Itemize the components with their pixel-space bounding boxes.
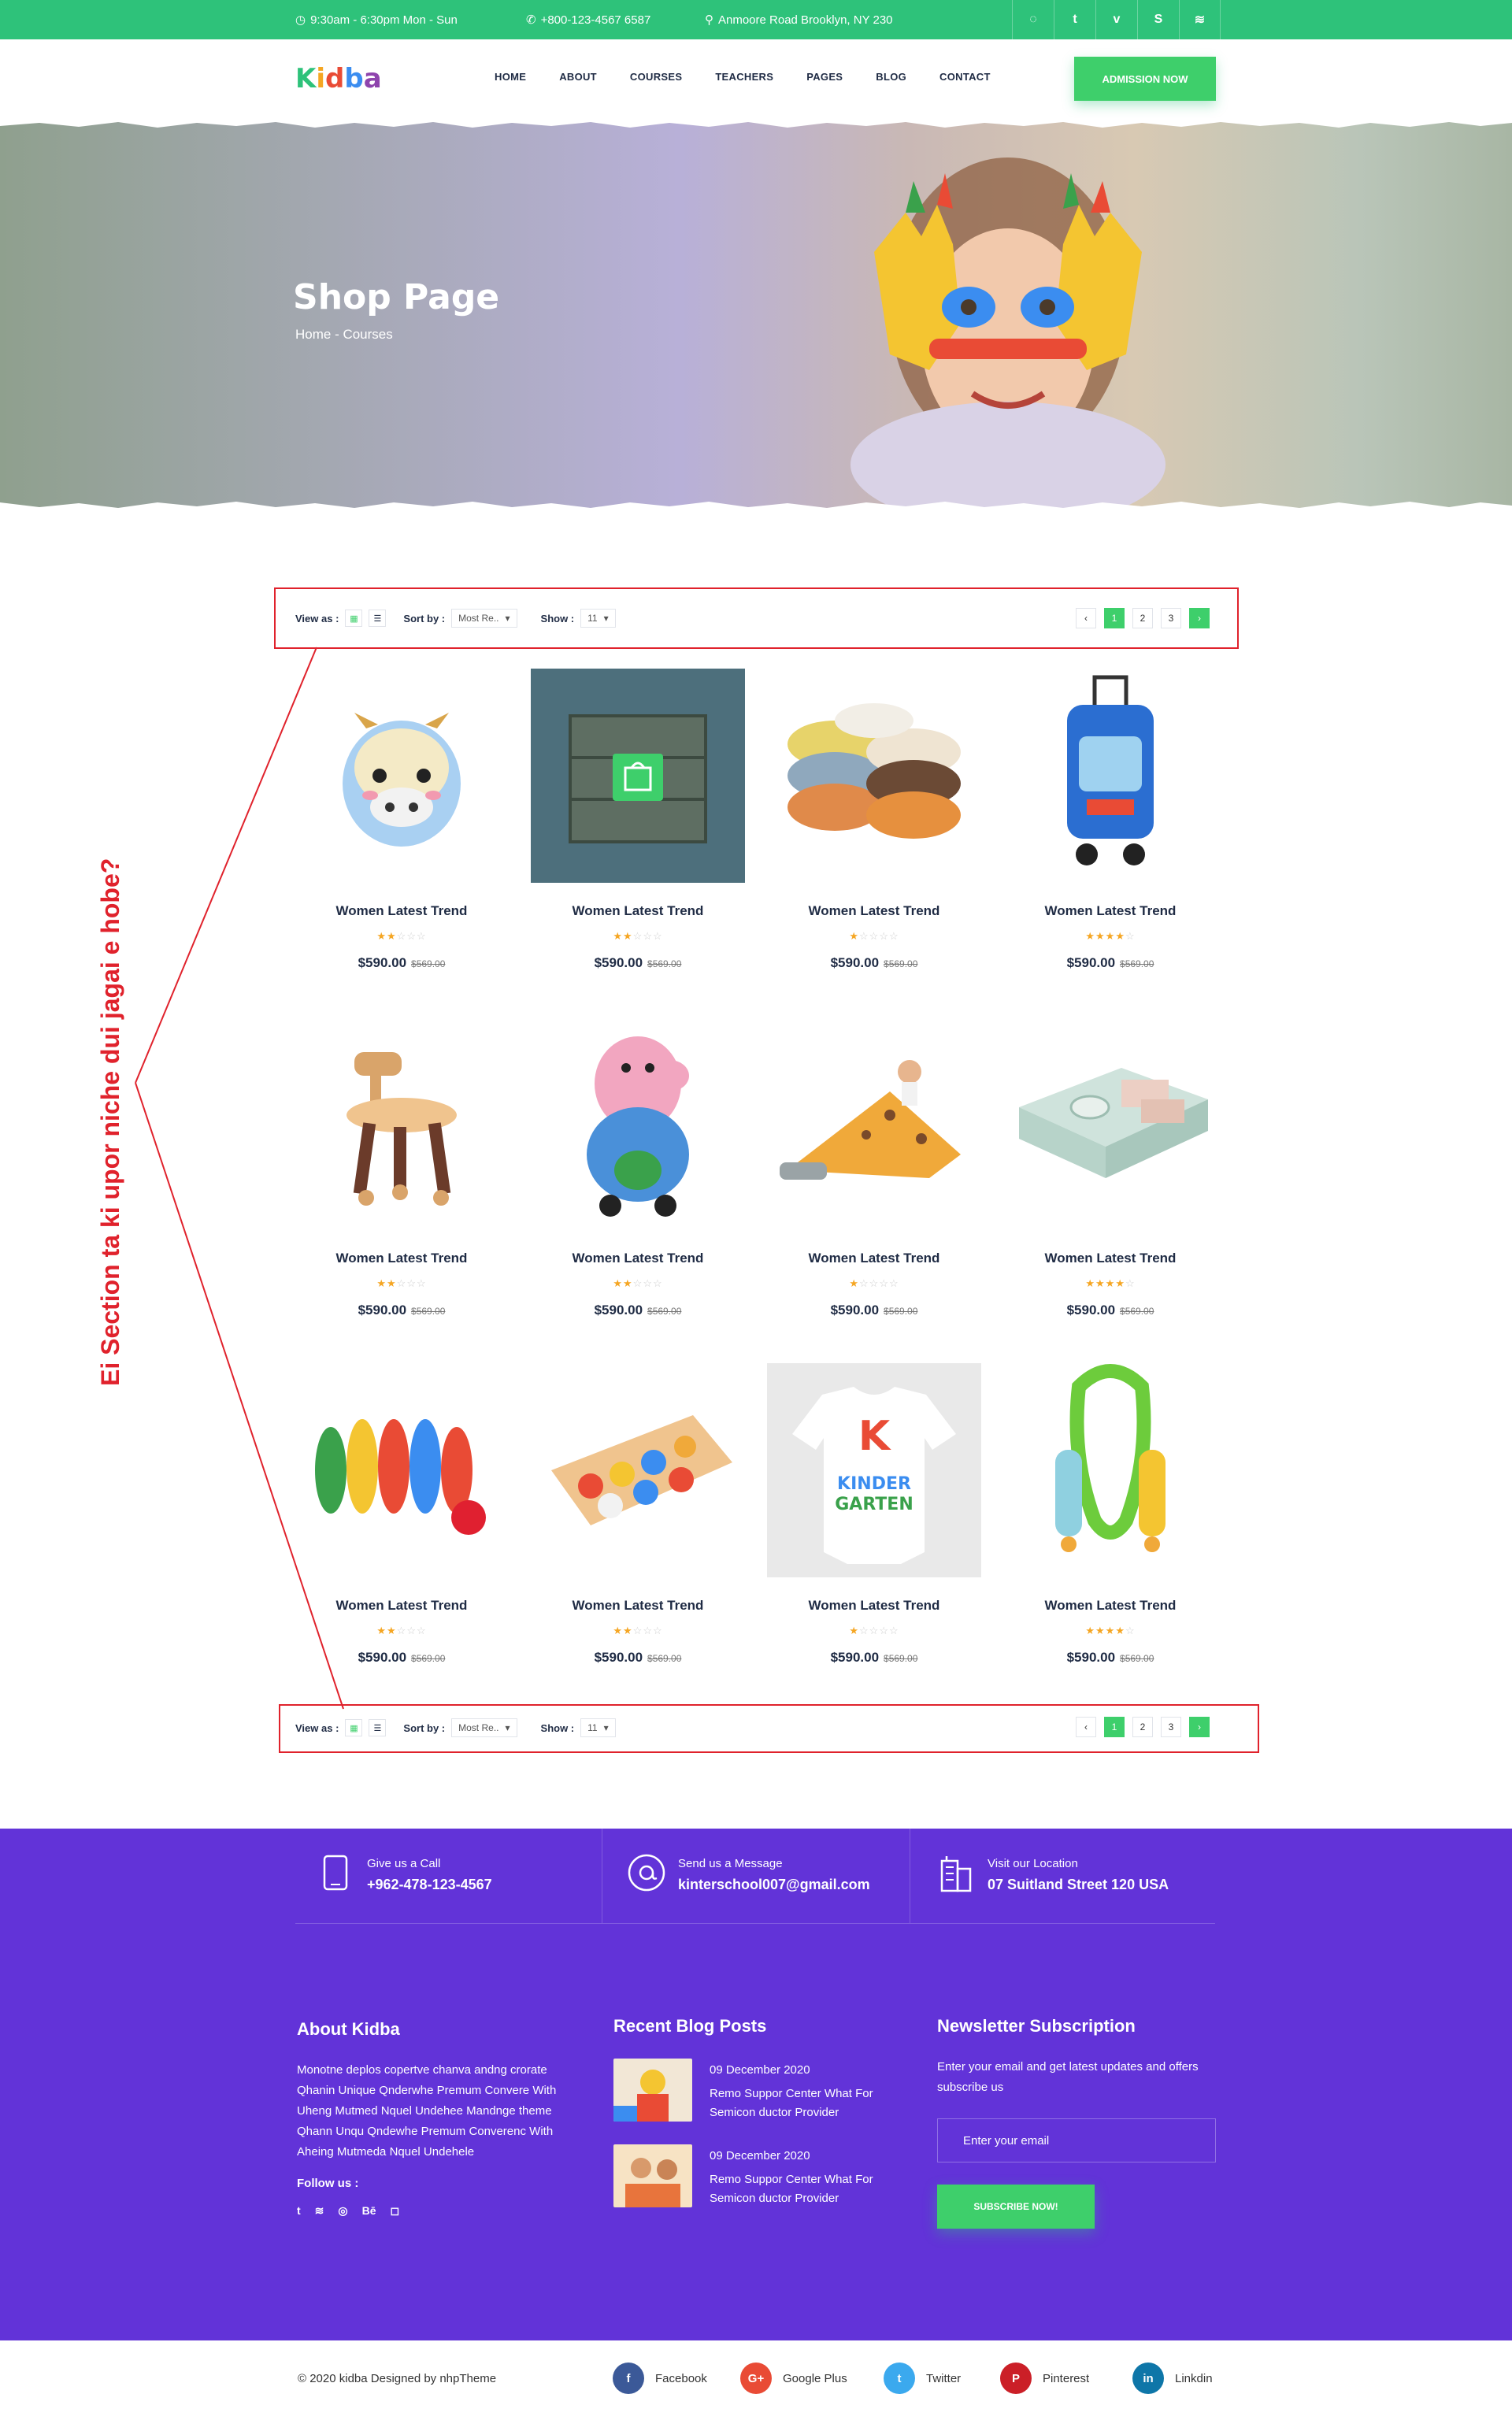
annotation-line-top bbox=[135, 647, 317, 1084]
newsletter-text: Enter your email and get latest updates … bbox=[937, 2060, 1199, 2094]
bottom-social-google-plus[interactable]: G+ Google Plus bbox=[740, 2363, 847, 2394]
bottom-bar: © 2020 kidba Designed by nhpTheme f Faceb… bbox=[0, 2340, 1512, 2420]
prev-page-button[interactable]: ‹ bbox=[1076, 1717, 1096, 1737]
bottom-social-label: Facebook bbox=[655, 2371, 707, 2385]
contact-location-value: 07 Suitland Street 120 USA bbox=[988, 1877, 1169, 1892]
rss-icon[interactable]: ≋ bbox=[315, 2204, 324, 2218]
blog-column: Recent Blog Posts 09 December 2020 Remo … bbox=[613, 2016, 899, 2208]
page-1-button[interactable]: 1 bbox=[1104, 1717, 1125, 1737]
sort-by-label: Sort by : bbox=[403, 1721, 446, 1734]
footer-divider-line bbox=[295, 1923, 1215, 1924]
bottom-social-label: Linkdin bbox=[1175, 2371, 1213, 2385]
show-select[interactable]: 11 ▾ bbox=[580, 1718, 616, 1737]
next-page-button[interactable]: › bbox=[1189, 1717, 1210, 1737]
grid-view-icon[interactable]: ▦ bbox=[345, 1719, 363, 1736]
contact-email[interactable]: Send us a Message kinterschool007@gmail.… bbox=[626, 1852, 870, 1931]
newsletter-email-input[interactable]: Enter your email bbox=[937, 2118, 1216, 2162]
about-text: Monotne deplos copertve chanva andng cro… bbox=[297, 2063, 557, 2159]
about-title: About Kidba bbox=[297, 2019, 400, 2039]
shop-toolbar-bottom: View as : ▦ ☰ Sort by : Most Re.. ▾ Show … bbox=[295, 1703, 616, 1753]
building-icon bbox=[936, 1852, 976, 1893]
site-footer: Give us a Call +962-478-123-4567 Send us… bbox=[0, 1829, 1512, 2340]
bottom-social-pinterest[interactable]: P Pinterest bbox=[1000, 2363, 1089, 2394]
behance-icon[interactable]: Bē bbox=[362, 2204, 376, 2218]
follow-us-label: Follow us : bbox=[297, 2177, 359, 2190]
blog-post-date: 09 December 2020 bbox=[710, 2149, 810, 2162]
subscribe-button[interactable]: SUBSCRIBE NOW! bbox=[937, 2185, 1095, 2229]
contact-email-label: Send us a Message bbox=[678, 1857, 783, 1870]
twitter-icon: t bbox=[884, 2363, 915, 2394]
pinterest-icon: P bbox=[1000, 2363, 1032, 2394]
chevron-down-icon: ▾ bbox=[603, 1722, 609, 1733]
bottom-social-facebook[interactable]: f Facebook bbox=[613, 2363, 707, 2394]
view-as-label: View as : bbox=[295, 1721, 339, 1734]
page-3-button[interactable]: 3 bbox=[1161, 1717, 1181, 1737]
blog-post-date: 09 December 2020 bbox=[710, 2063, 810, 2077]
footer-socials: t ≋ ◎ Bē ◻ bbox=[297, 2204, 576, 2218]
bottom-social-linkdin[interactable]: in Linkdin bbox=[1132, 2363, 1213, 2394]
blog-post[interactable]: 09 December 2020 Remo Suppor Center What… bbox=[613, 2059, 899, 2122]
contact-call-label: Give us a Call bbox=[367, 1857, 441, 1870]
chevron-down-icon: ▾ bbox=[505, 1722, 510, 1733]
newsletter-column: Newsletter Subscription Enter your email… bbox=[937, 2016, 1216, 2229]
linkedin-icon: in bbox=[1132, 2363, 1164, 2394]
blog-thumbnail bbox=[613, 2144, 692, 2207]
list-view-icon[interactable]: ☰ bbox=[369, 1719, 387, 1736]
show-label: Show : bbox=[540, 1721, 575, 1734]
bottom-social-label: Twitter bbox=[926, 2371, 962, 2385]
bottom-social-label: Pinterest bbox=[1043, 2371, 1090, 2385]
contact-email-value: kinterschool007@gmail.com bbox=[678, 1877, 870, 1892]
google-plus-icon: G+ bbox=[740, 2363, 772, 2394]
sort-value: Most Re.. bbox=[458, 1722, 499, 1733]
facebook-icon: f bbox=[613, 2363, 644, 2394]
bottom-social-twitter[interactable]: t Twitter bbox=[884, 2363, 961, 2394]
show-value: 11 bbox=[587, 1722, 598, 1733]
bottom-social-label: Google Plus bbox=[783, 2371, 847, 2385]
instagram-icon[interactable]: ◻ bbox=[391, 2204, 400, 2218]
twitter-icon[interactable]: t bbox=[297, 2204, 301, 2218]
annotation-note: Ei Section ta ki upor niche dui jagai e … bbox=[96, 858, 124, 1386]
dribbble-icon[interactable]: ◎ bbox=[338, 2204, 347, 2218]
about-column: About Kidba Monotne deplos copertve chan… bbox=[297, 2019, 576, 2218]
contact-location[interactable]: Visit our Location 07 Suitland Street 12… bbox=[936, 1852, 1169, 1931]
blog-post-title[interactable]: Remo Suppor Center What For Semicon duct… bbox=[710, 2085, 899, 2122]
contact-call-value: +962-478-123-4567 bbox=[367, 1877, 492, 1892]
at-icon bbox=[626, 1852, 667, 1893]
newsletter-title: Newsletter Subscription bbox=[937, 2016, 1136, 2036]
contact-call[interactable]: Give us a Call +962-478-123-4567 bbox=[315, 1852, 492, 1931]
sort-select[interactable]: Most Re.. ▾ bbox=[451, 1718, 517, 1737]
contact-location-label: Visit our Location bbox=[988, 1857, 1078, 1870]
copyright-text: © 2020 kidba Designed by nhpTheme bbox=[298, 2372, 497, 2385]
annotation-line-bottom bbox=[135, 1082, 344, 1710]
blog-title: Recent Blog Posts bbox=[613, 2016, 767, 2036]
blog-post[interactable]: 09 December 2020 Remo Suppor Center What… bbox=[613, 2144, 899, 2208]
pagination-bottom: ‹ 1 2 3 › bbox=[1076, 1717, 1210, 1737]
blog-post-title[interactable]: Remo Suppor Center What For Semicon duct… bbox=[710, 2170, 899, 2208]
page-2-button[interactable]: 2 bbox=[1132, 1717, 1153, 1737]
phone-icon bbox=[315, 1852, 356, 1893]
blog-thumbnail bbox=[613, 2059, 692, 2122]
